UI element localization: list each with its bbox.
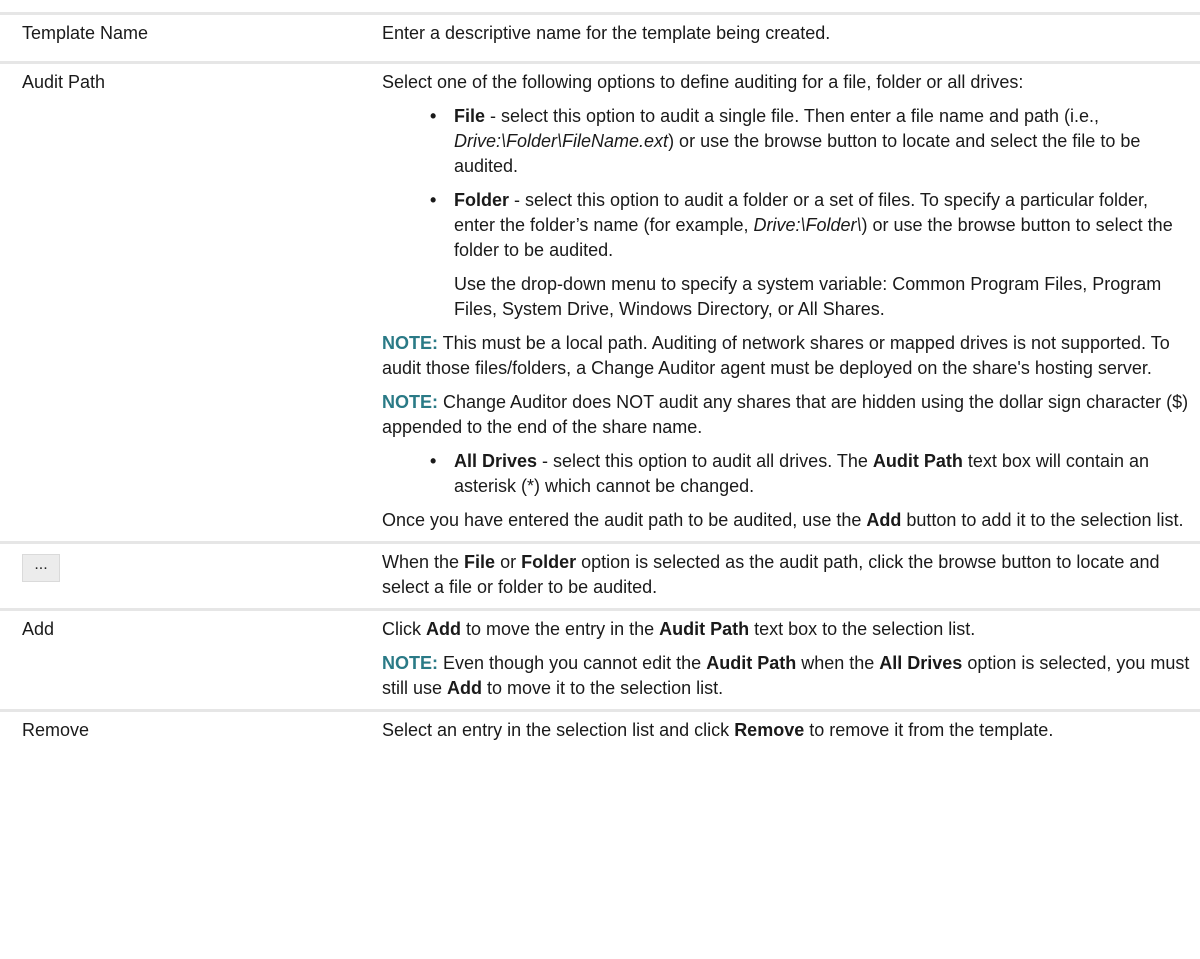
term-add: Add <box>447 678 483 698</box>
table-row-template-name: Template Name Enter a descriptive name f… <box>0 12 1200 61</box>
table-row-browse: ... When the File or Folder option is se… <box>0 541 1200 608</box>
browse-button[interactable]: ... <box>22 554 60 582</box>
option-label: Remove <box>22 720 90 740</box>
table-row-add: Add Click Add to move the entry in the A… <box>0 608 1200 709</box>
note-local-path: NOTE: This must be a local path. Auditin… <box>382 331 1190 381</box>
term-audit-path: Audit Path <box>872 451 963 471</box>
term-all-drives: All Drives <box>454 451 538 471</box>
table-row-audit-path: Audit Path Select one of the following o… <box>0 61 1200 541</box>
note-label: NOTE: <box>382 653 438 673</box>
term-file: File <box>464 552 496 572</box>
option-description: Click Add to move the entry in the Audit… <box>360 611 1200 709</box>
description-outro: Once you have entered the audit path to … <box>382 508 1190 533</box>
text: Click <box>382 619 426 639</box>
text: - select this option to audit a single f… <box>485 106 1100 126</box>
option-description: Select an entry in the selection list an… <box>360 712 1200 751</box>
list-item-folder: • Folder - select this option to audit a… <box>382 188 1190 263</box>
description-intro: Select one of the following options to d… <box>382 72 1024 92</box>
note-label: NOTE: <box>382 392 438 412</box>
example-path: Drive:\Folder\ <box>753 215 862 235</box>
term-file: File <box>454 106 486 126</box>
text: to move it to the selection list. <box>482 678 724 698</box>
option-label: ... <box>0 544 360 608</box>
option-label: Template Name <box>22 23 149 43</box>
text: when the <box>796 653 880 673</box>
text: Even though you cannot edit the <box>438 653 707 673</box>
bullet-icon: • <box>430 106 437 126</box>
option-description: Enter a descriptive name for the templat… <box>360 15 1200 61</box>
text: Select an entry in the selection list an… <box>382 720 735 740</box>
description-text: Select an entry in the selection list an… <box>382 718 1190 743</box>
audit-path-options-list: • File - select this option to audit a s… <box>382 104 1190 263</box>
option-label: Add <box>22 619 55 639</box>
list-item-all-drives: • All Drives - select this option to aud… <box>382 449 1190 499</box>
text: to move the entry in the <box>461 619 660 639</box>
options-table: Template Name Enter a descriptive name f… <box>0 12 1200 751</box>
term-folder: Folder <box>521 552 577 572</box>
term-folder: Folder <box>454 190 510 210</box>
note-text: This must be a local path. Auditing of n… <box>382 333 1170 378</box>
text: Once you have entered the audit path to … <box>382 510 867 530</box>
text: text box to the selection list. <box>749 619 976 639</box>
text: or <box>495 552 522 572</box>
note-hidden-shares: NOTE: Change Auditor does NOT audit any … <box>382 390 1190 440</box>
bullet-icon: • <box>430 190 437 210</box>
note-text: Change Auditor does NOT audit any shares… <box>382 392 1189 437</box>
term-add: Add <box>866 510 902 530</box>
term-all-drives: All Drives <box>879 653 963 673</box>
text: When the <box>382 552 465 572</box>
option-label: Audit Path <box>22 72 106 92</box>
text: button to add it to the selection list. <box>901 510 1184 530</box>
term-audit-path: Audit Path <box>659 619 750 639</box>
text: to remove it from the template. <box>804 720 1054 740</box>
term-add: Add <box>426 619 461 639</box>
term-audit-path: Audit Path <box>706 653 797 673</box>
note-all-drives: NOTE: Even though you cannot edit the Au… <box>382 651 1190 701</box>
option-description: When the File or Folder option is select… <box>360 544 1200 608</box>
description-text: Enter a descriptive name for the templat… <box>382 23 831 43</box>
example-path: Drive:\Folder\FileName.ext <box>454 131 669 151</box>
dropdown-description: Use the drop-down menu to specify a syst… <box>454 274 1162 319</box>
term-remove: Remove <box>734 720 805 740</box>
text: - select this option to audit all drives… <box>537 451 873 471</box>
table-row-remove: Remove Select an entry in the selection … <box>0 709 1200 751</box>
bullet-icon: • <box>430 451 437 471</box>
description-text: When the File or Folder option is select… <box>382 550 1190 600</box>
option-description: Select one of the following options to d… <box>360 64 1200 541</box>
all-drives-list: • All Drives - select this option to aud… <box>382 449 1190 499</box>
list-item-file: • File - select this option to audit a s… <box>382 104 1190 179</box>
description-text: Click Add to move the entry in the Audit… <box>382 617 1190 642</box>
note-label: NOTE: <box>382 333 438 353</box>
